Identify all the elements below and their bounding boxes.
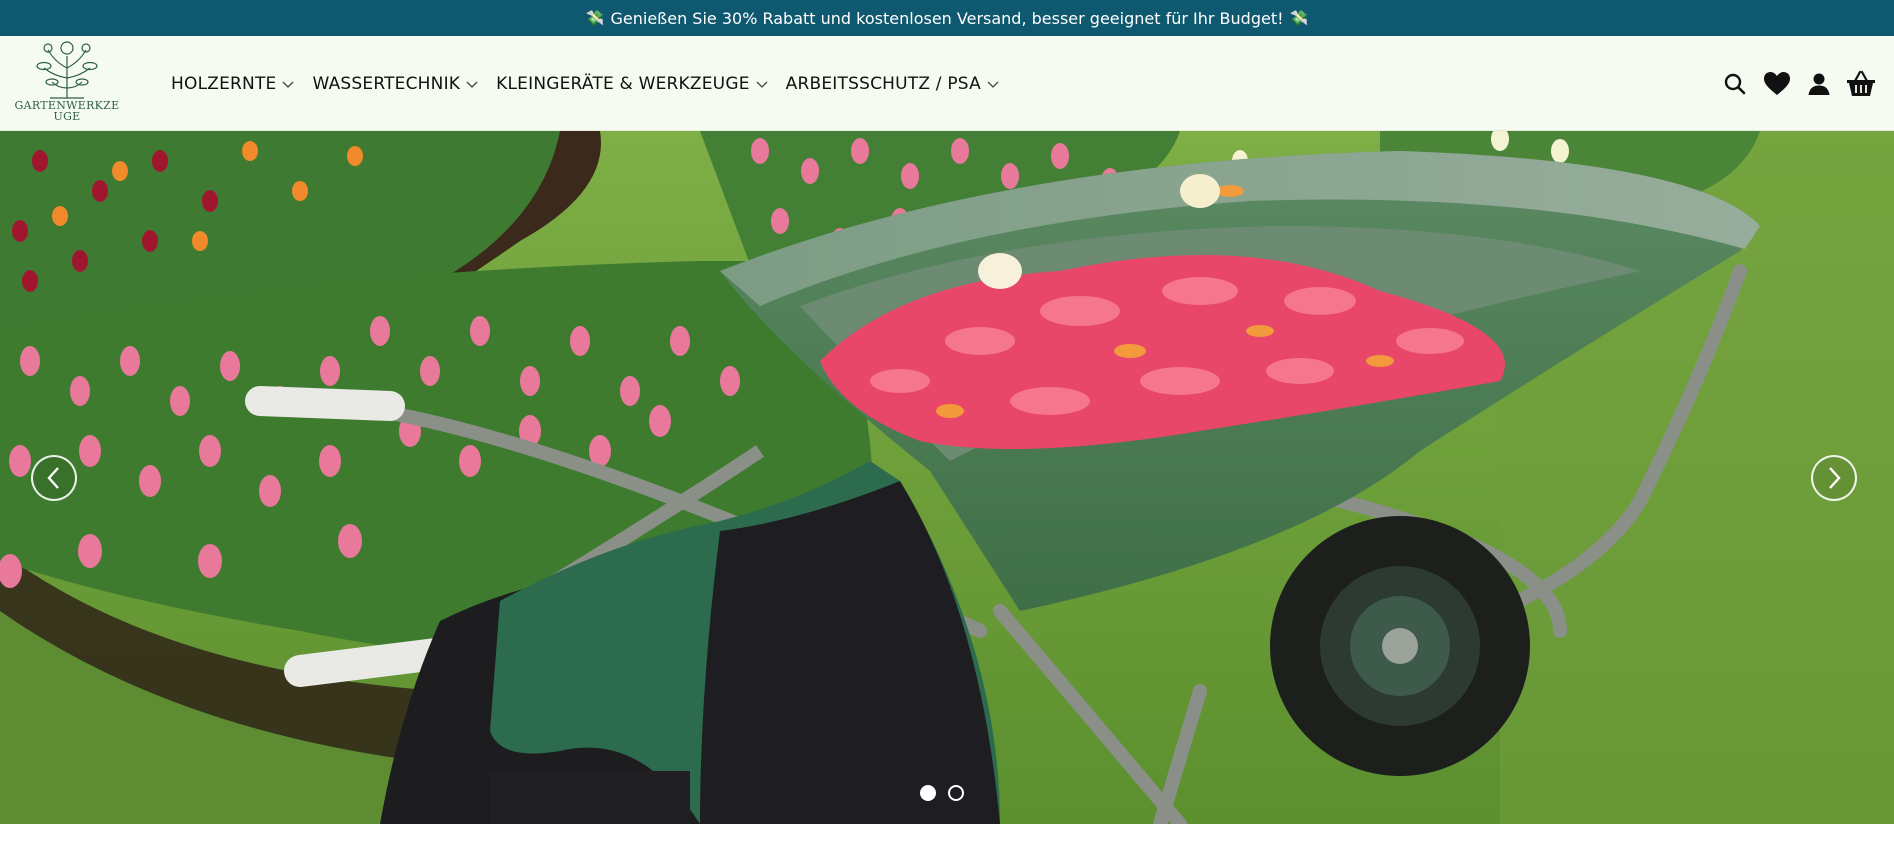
nav-item-arbeitsschutz-psa[interactable]: ARBEITSSCHUTZ / PSA [786,74,999,94]
money-emoji-icon: 💸 [1289,9,1309,27]
hero-slider [0,131,1894,824]
chevron-down-icon [987,81,999,88]
nav-item-label: WASSERTECHNIK [312,73,461,94]
nav-item-holzernte[interactable]: HOLZERNTE [171,74,294,94]
slider-dot-1[interactable] [920,785,936,801]
nav-item-label: KLEINGERÄTE & WERKZEUGE [496,73,750,94]
announcement-bar: 💸 Genießen Sie 30% Rabatt und kostenlose… [0,0,1894,36]
wishlist-button[interactable] [1762,69,1792,99]
search-icon [1724,73,1746,94]
cart-icon [1847,70,1875,96]
site-header: GARTENWERKZE UGE HOLZERNTE WASSERTECHNIK… [0,36,1894,131]
slider-prev-button[interactable] [31,455,77,501]
chevron-down-icon [466,81,478,88]
hero-image [0,131,1894,824]
main-navigation: HOLZERNTE WASSERTECHNIK KLEINGERÄTE & WE… [171,36,1017,131]
nav-item-label: ARBEITSSCHUTZ / PSA [785,73,981,94]
logo-text-line-2: UGE [53,110,81,123]
announcement-text: Genießen Sie 30% Rabatt und kostenlosen … [610,8,1284,28]
header-icons [1708,36,1876,131]
money-emoji-icon: 💸 [585,9,605,27]
chevron-right-icon [1829,467,1841,489]
heart-icon [1764,71,1790,95]
chevron-down-icon [756,81,768,88]
slider-dots [920,785,976,801]
chevron-down-icon [283,81,294,88]
chevron-left-icon [47,467,59,489]
slider-dot-2[interactable] [948,785,964,801]
nav-item-kleingeraete-werkzeuge[interactable]: KLEINGERÄTE & WERKZEUGE [496,73,768,94]
nav-item-label: HOLZERNTE [171,73,277,94]
slider-next-button[interactable] [1811,455,1857,501]
logo[interactable]: GARTENWERKZE UGE [12,36,122,131]
account-icon [1808,73,1830,95]
cart-button[interactable] [1846,69,1876,99]
search-button[interactable] [1720,69,1750,99]
plant-logo-icon [36,41,98,99]
nav-item-wassertechnik[interactable]: WASSERTECHNIK [312,74,478,94]
account-button[interactable] [1804,69,1834,99]
